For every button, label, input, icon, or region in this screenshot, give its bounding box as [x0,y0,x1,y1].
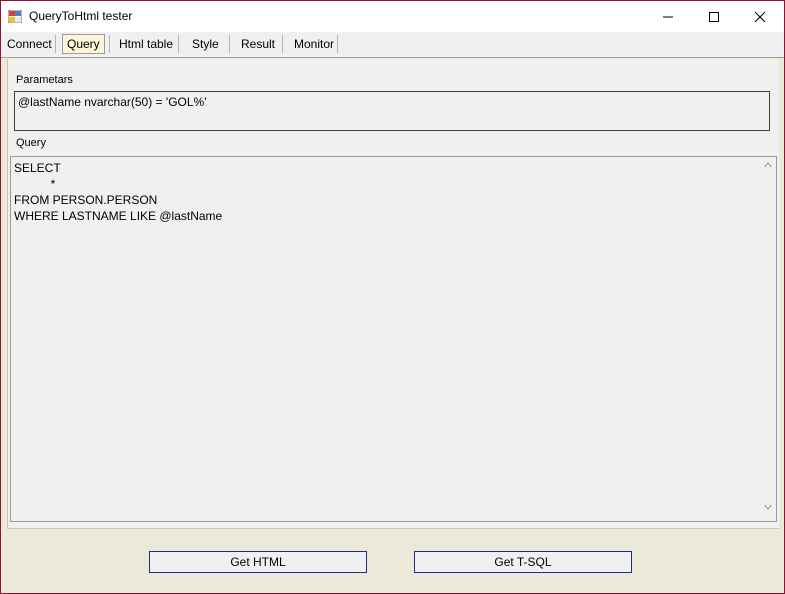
maximize-button[interactable] [691,1,737,32]
params-textbox[interactable]: @lastName nvarchar(50) = 'GOL%' [14,91,770,131]
title-bar[interactable]: QueryToHtml tester [1,1,784,32]
toolbar-separator [282,35,283,53]
close-button[interactable] [737,1,783,32]
params-value: @lastName nvarchar(50) = 'GOL%' [18,95,207,109]
get-html-button[interactable]: Get HTML [149,551,367,573]
query-label: Query [16,137,46,149]
tab-query[interactable]: Query [62,34,105,54]
tab-result[interactable]: Result [237,34,279,54]
scroll-down-icon[interactable] [764,504,772,510]
toolbar: Connect Query Html table Style Result Mo… [1,32,784,58]
window-title: QueryToHtml tester [29,9,133,23]
app-icon [8,10,22,23]
minimize-button[interactable] [645,1,691,32]
toolbar-separator [229,35,230,53]
tab-connect[interactable]: Connect [3,34,56,54]
query-textarea[interactable]: SELECT * FROM PERSON.PERSON WHERE LASTNA… [10,156,777,522]
toolbar-separator [55,35,56,53]
button-bar: Get HTML Get T-SQL [1,529,784,593]
tab-monitor[interactable]: Monitor [290,34,338,54]
toolbar-separator [178,35,179,53]
app-window: QueryToHtml tester Connect Query Html ta… [0,0,785,594]
tab-style[interactable]: Style [188,34,223,54]
tab-html-table[interactable]: Html table [115,34,177,54]
close-icon [754,11,766,22]
get-tsql-button[interactable]: Get T-SQL [414,551,632,573]
maximize-icon [709,11,719,22]
vertical-scrollbar[interactable] [760,157,776,521]
minimize-icon [663,16,673,17]
toolbar-separator [109,35,110,53]
query-text: SELECT * FROM PERSON.PERSON WHERE LASTNA… [14,161,223,223]
query-panel: Parametars @lastName nvarchar(50) = 'GOL… [7,59,779,529]
scroll-up-icon[interactable] [764,162,772,168]
params-label: Parametars [16,74,73,86]
toolbar-separator [337,35,338,53]
